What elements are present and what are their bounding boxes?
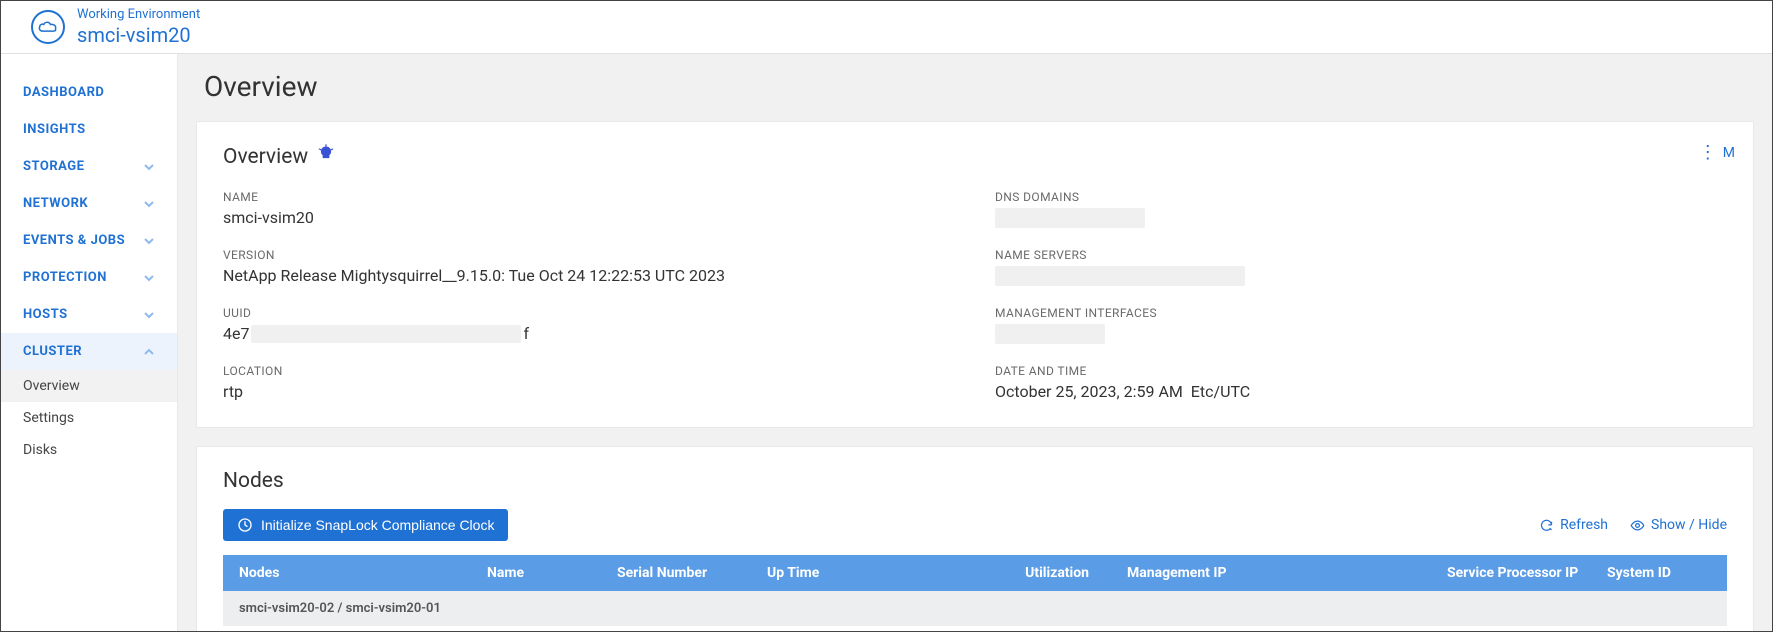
col-nodes[interactable]: Nodes: [223, 555, 473, 591]
sidebar-item-events[interactable]: EVENTS & JOBS: [1, 222, 177, 259]
col-mgmt-ip[interactable]: Management IP: [1113, 555, 1433, 591]
field-dns: DNS DOMAINS: [995, 190, 1727, 228]
overview-card-title: Overview: [223, 144, 1727, 170]
group-row-label: smci-vsim20-02 / smci-vsim20-01: [223, 591, 1727, 626]
chevron-down-icon: [143, 161, 155, 173]
uuid-suffix: f: [523, 324, 529, 343]
button-label: Initialize SnapLock Compliance Clock: [261, 517, 494, 533]
card-more-menu[interactable]: ⋮ M: [1699, 144, 1735, 162]
redacted-value: [251, 325, 521, 343]
col-system-id[interactable]: System ID: [1593, 555, 1727, 591]
link-label: Refresh: [1560, 517, 1608, 533]
chevron-down-icon: [143, 309, 155, 321]
field-uuid: UUID 4e7 f: [223, 306, 955, 344]
sidebar-sub-overview[interactable]: Overview: [1, 370, 177, 402]
field-location: LOCATION rtp: [223, 364, 955, 401]
nav-label: CLUSTER: [23, 344, 82, 359]
field-label: UUID: [223, 306, 955, 320]
nav-label: PROTECTION: [23, 270, 107, 285]
nav-label: INSIGHTS: [23, 122, 86, 137]
vertical-dots-icon: ⋮: [1699, 144, 1717, 162]
field-label: MANAGEMENT INTERFACES: [995, 306, 1727, 320]
chevron-down-icon: [143, 272, 155, 284]
sidebar-item-dashboard[interactable]: DASHBOARD: [1, 74, 177, 111]
refresh-link[interactable]: Refresh: [1539, 517, 1608, 533]
page-title: Overview: [178, 54, 1772, 121]
refresh-icon: [1539, 518, 1554, 533]
nav-label: HOSTS: [23, 307, 68, 322]
field-label: NAME: [223, 190, 955, 204]
sidebar: DASHBOARD INSIGHTS STORAGE NETWORK EVENT…: [1, 54, 178, 631]
nav-label: EVENTS & JOBS: [23, 233, 125, 248]
field-value: 4e7 f: [223, 324, 955, 343]
col-sp-ip[interactable]: Service Processor IP: [1433, 555, 1593, 591]
col-utilization[interactable]: Utilization: [913, 555, 1113, 591]
field-value: October 25, 2023, 2:59 AM Etc/UTC: [995, 382, 1727, 401]
chevron-down-icon: [143, 235, 155, 247]
env-name[interactable]: smci-vsim20: [77, 23, 200, 47]
env-label: Working Environment: [77, 7, 200, 23]
nav-label: NETWORK: [23, 196, 88, 211]
field-value: NetApp Release Mightysquirrel__9.15.0: T…: [223, 266, 955, 285]
sidebar-item-protection[interactable]: PROTECTION: [1, 259, 177, 296]
chevron-down-icon: [143, 198, 155, 210]
col-serial[interactable]: Serial Number: [603, 555, 753, 591]
sidebar-item-network[interactable]: NETWORK: [1, 185, 177, 222]
chevron-up-icon: [143, 346, 155, 358]
init-snaplock-button[interactable]: Initialize SnapLock Compliance Clock: [223, 509, 508, 541]
nav-label: STORAGE: [23, 159, 84, 174]
sidebar-item-storage[interactable]: STORAGE: [1, 148, 177, 185]
col-uptime[interactable]: Up Time: [753, 555, 913, 591]
more-label: M: [1723, 145, 1735, 161]
redacted-value: [995, 324, 1105, 344]
field-name: NAME smci-vsim20: [223, 190, 955, 228]
nav-label: DASHBOARD: [23, 85, 104, 100]
eye-icon: [1630, 518, 1645, 533]
field-label: LOCATION: [223, 364, 955, 378]
lightbulb-icon[interactable]: [316, 144, 336, 170]
col-name[interactable]: Name: [473, 555, 603, 591]
nodes-card-title: Nodes: [223, 469, 1727, 493]
field-label: VERSION: [223, 248, 955, 262]
sidebar-item-hosts[interactable]: HOSTS: [1, 296, 177, 333]
clock-icon: [237, 517, 253, 533]
nodes-table: Nodes Name Serial Number Up Time Utiliza…: [223, 555, 1727, 626]
field-label: DATE AND TIME: [995, 364, 1727, 378]
card-title-text: Overview: [223, 145, 308, 169]
sidebar-item-insights[interactable]: INSIGHTS: [1, 111, 177, 148]
field-value: smci-vsim20: [223, 208, 955, 227]
field-value: rtp: [223, 382, 955, 401]
field-version: VERSION NetApp Release Mightysquirrel__9…: [223, 248, 955, 286]
sidebar-item-cluster[interactable]: CLUSTER: [1, 333, 177, 370]
redacted-value: [995, 266, 1245, 286]
show-hide-link[interactable]: Show / Hide: [1630, 517, 1727, 533]
link-label: Show / Hide: [1651, 517, 1727, 533]
field-nameservers: NAME SERVERS: [995, 248, 1727, 286]
field-label: DNS DOMAINS: [995, 190, 1727, 204]
redacted-value: [995, 208, 1145, 228]
cloud-icon: [31, 10, 65, 44]
top-header: Working Environment smci-vsim20: [1, 1, 1772, 54]
sidebar-sub-settings[interactable]: Settings: [1, 402, 177, 434]
overview-card: Overview ⋮ M NAME smci-vsim20 DNS DOMAIN…: [196, 121, 1754, 428]
main-content: Overview Overview ⋮ M NAME smci-vsim20: [178, 54, 1772, 631]
field-datetime: DATE AND TIME October 25, 2023, 2:59 AM …: [995, 364, 1727, 401]
uuid-prefix: 4e7: [223, 324, 249, 343]
table-group-row[interactable]: smci-vsim20-02 / smci-vsim20-01: [223, 591, 1727, 626]
field-label: NAME SERVERS: [995, 248, 1727, 262]
field-mgmt-interfaces: MANAGEMENT INTERFACES: [995, 306, 1727, 344]
nodes-card: Nodes Initialize SnapLock Compliance Clo…: [196, 446, 1754, 631]
sidebar-sub-disks[interactable]: Disks: [1, 434, 177, 466]
